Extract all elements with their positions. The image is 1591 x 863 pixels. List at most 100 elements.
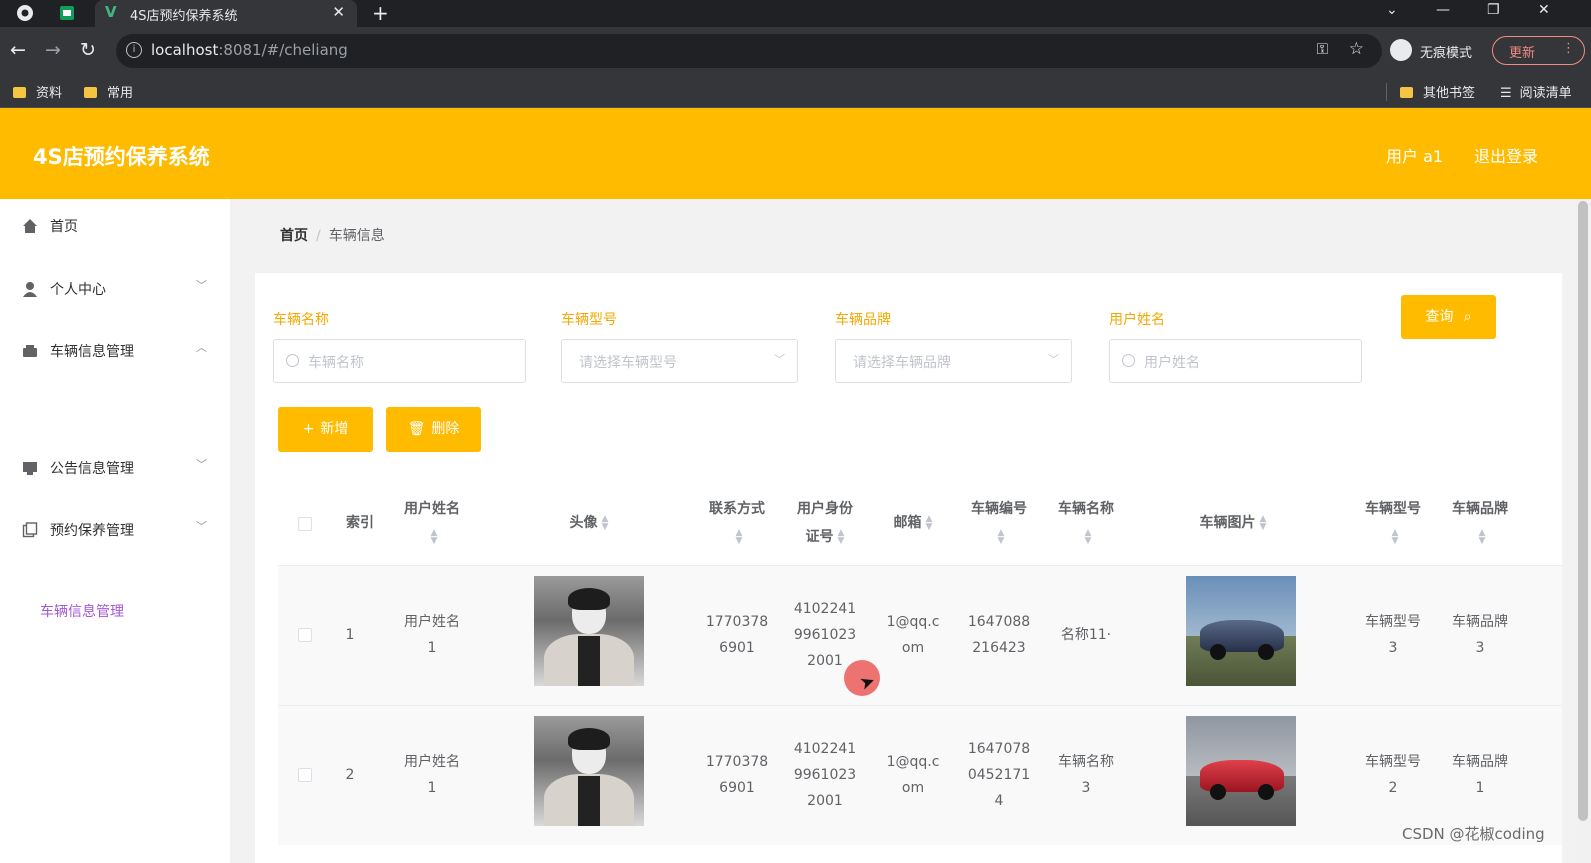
sort-icon[interactable]: ▲ ▼ — [1085, 529, 1092, 546]
col-email[interactable]: 邮箱 ▲ ▼ — [871, 509, 955, 537]
query-label: 查询 — [1425, 309, 1454, 325]
car-name-input[interactable]: 车辆名称 — [273, 339, 526, 383]
breadcrumb-home[interactable]: 首页 — [280, 228, 308, 244]
update-button[interactable]: 更新 ⋮ — [1492, 36, 1585, 65]
col-car-no[interactable]: 车辆编号 ▲ ▼ — [957, 495, 1041, 551]
menu-dots-icon[interactable]: ⋮ — [1562, 41, 1575, 56]
col-phone[interactable]: 联系方式 ▲ ▼ — [695, 495, 779, 551]
scrollbar-thumb[interactable] — [1578, 201, 1588, 821]
cell-line: 9961023 — [793, 767, 857, 783]
cell-car-name: 车辆名称 3 — [1044, 749, 1128, 801]
col-car-image[interactable]: 车辆图片 ▲ ▼ — [1163, 509, 1303, 537]
query-button[interactable]: 查询 ⌕ — [1401, 295, 1496, 339]
bookmark-star-icon[interactable]: ☆ — [1349, 39, 1364, 59]
row-checkbox[interactable] — [298, 628, 312, 642]
reading-list[interactable]: ☰ 阅读清单 — [1500, 82, 1572, 101]
chevron-down-icon: ﹀ — [196, 520, 207, 533]
sidebar-item-profile[interactable]: 个人中心 ﹀ — [0, 270, 230, 310]
sort-icon[interactable]: ▲ ▼ — [1479, 529, 1486, 546]
cell-index: 2 — [345, 767, 355, 783]
sidebar-item-notices[interactable]: 公告信息管理 ﹀ — [0, 449, 230, 489]
col-car-brand[interactable]: 车辆品牌 ▲ ▼ — [1438, 495, 1522, 551]
avatar-image[interactable] — [534, 716, 644, 826]
minimize-icon[interactable]: — — [1436, 2, 1450, 18]
col-car-model[interactable]: 车辆型号 ▲ ▼ — [1351, 495, 1435, 551]
sort-icon[interactable]: ▲ ▼ — [838, 529, 845, 546]
col-avatar[interactable]: 头像 ▲ ▼ — [534, 509, 644, 537]
search-icon — [286, 354, 299, 367]
cell-line: om — [901, 640, 925, 656]
back-icon[interactable]: ← — [10, 39, 26, 61]
add-button[interactable]: + 新增 — [278, 407, 373, 452]
avatar-shirt — [578, 636, 600, 686]
cell-line: 1770378 — [705, 754, 769, 770]
avatar-hair — [568, 728, 610, 750]
table-row[interactable]: 2 用户姓名 1 1770378 6901 4102241 9961023 2001 1… — [278, 705, 1562, 845]
cell-line: 1647078 — [967, 741, 1031, 757]
car-image[interactable] — [1186, 716, 1296, 826]
sort-icon[interactable]: ▲ ▼ — [926, 515, 933, 532]
new-tab-button[interactable]: + — [372, 1, 389, 25]
col-id-card[interactable]: 用户身份 证号 ▲ ▼ — [783, 495, 867, 551]
tab-close-icon[interactable]: ✕ — [332, 3, 345, 21]
close-window-icon[interactable]: ✕ — [1538, 2, 1550, 18]
col-label: 头像 — [569, 515, 598, 531]
sort-icon[interactable]: ▲ ▼ — [602, 515, 609, 532]
tab-active[interactable]: V 4S店预约保养系统 ✕ — [95, 0, 357, 27]
cell-line: 4 — [994, 793, 1004, 809]
plus-icon: + — [302, 421, 315, 437]
bookmark-folder[interactable]: 资料 — [13, 82, 62, 101]
delete-button[interactable]: 🗑 删除 — [386, 407, 481, 452]
col-car-name[interactable]: 车辆名称 ▲ ▼ — [1044, 495, 1128, 551]
car-brand-select[interactable]: 请选择车辆品牌 ﹀ — [835, 339, 1072, 383]
sidebar-subitem-vehicle-info[interactable]: 车辆信息管理 — [40, 601, 124, 621]
restore-icon[interactable]: ❐ — [1487, 2, 1500, 18]
site-info-icon[interactable]: i — [126, 42, 142, 58]
other-bookmarks[interactable]: 其他书签 — [1400, 82, 1475, 101]
bookmark-folder[interactable]: 常用 — [84, 82, 133, 101]
tab-search-icon[interactable]: ⌄ — [1386, 2, 1398, 18]
forward-icon[interactable]: → — [45, 39, 61, 61]
cell-line: 1@qq.c — [886, 614, 940, 630]
sidebar-item-bookings[interactable]: 预约保养管理 ﹀ — [0, 511, 230, 551]
bookmark-label: 其他书签 — [1423, 86, 1476, 101]
url-field[interactable]: i localhost:8081/#/cheliang ⚿ ☆ — [116, 34, 1382, 68]
row-checkbox[interactable] — [298, 768, 312, 782]
cell-user-name: 用户姓名 1 — [388, 749, 476, 801]
col-label: 车辆名称 — [1058, 501, 1114, 517]
table-row[interactable]: 1 用户姓名 1 1770378 6901 4102241 9961023 2001 1… — [278, 565, 1562, 705]
sort-icon[interactable]: ▲ ▼ — [1392, 529, 1399, 546]
avatar-image[interactable] — [534, 576, 644, 686]
sort-icon[interactable]: ▲ ▼ — [998, 529, 1005, 546]
col-user-name[interactable]: 用户姓名 ▲ ▼ — [388, 495, 476, 551]
input-placeholder: 用户姓名 — [1144, 355, 1200, 371]
sheet-tab-icon[interactable] — [58, 4, 76, 22]
sidebar-item-home[interactable]: 首页 — [0, 207, 230, 247]
sidebar-item-label: 车辆信息管理 — [50, 344, 134, 360]
cell-phone: 1770378 6901 — [695, 749, 779, 801]
cell-phone: 1770378 6901 — [695, 609, 779, 661]
delete-label: 删除 — [431, 421, 460, 437]
cell-line: 1647088 — [967, 614, 1031, 630]
sort-icon[interactable]: ▲ ▼ — [431, 529, 438, 546]
url-host: localhost — [151, 41, 219, 59]
logout-link[interactable]: 退出登录 — [1474, 143, 1538, 167]
sidebar-item-label: 首页 — [50, 219, 78, 235]
select-all-checkbox[interactable] — [298, 517, 312, 531]
page-scrollbar[interactable] — [1575, 199, 1591, 863]
sort-icon[interactable]: ▲ ▼ — [1260, 515, 1267, 532]
cell-id-card: 4102241 9961023 2001 — [783, 736, 867, 814]
sidebar-item-vehicles[interactable]: 车辆信息管理 ︿ — [0, 332, 230, 372]
cell-line: 2001 — [807, 793, 843, 809]
incognito-icon[interactable] — [1390, 39, 1412, 61]
col-label: 用户身份 — [797, 501, 853, 517]
cell-user-name: 用户姓名 1 — [388, 609, 476, 661]
sort-icon[interactable]: ▲ ▼ — [736, 529, 743, 546]
cell-line: 216423 — [972, 640, 1026, 656]
reload-icon[interactable]: ↻ — [80, 39, 96, 61]
user-name-input[interactable]: 用户姓名 — [1109, 339, 1362, 383]
key-icon[interactable]: ⚿ — [1317, 40, 1328, 58]
car-image[interactable] — [1186, 576, 1296, 686]
car-model-select[interactable]: 请选择车辆型号 ﹀ — [561, 339, 798, 383]
cell-line: 3 — [1388, 640, 1398, 656]
